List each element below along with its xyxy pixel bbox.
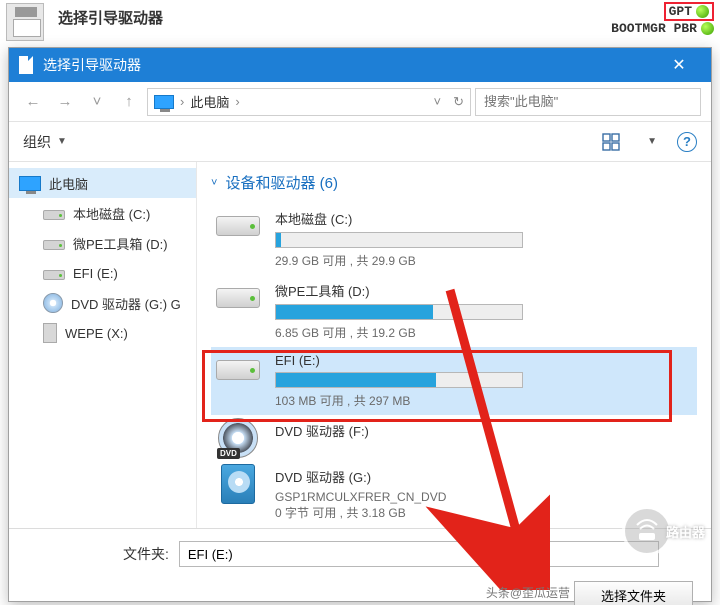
sidebar-item-label: 微PE工具箱 (D:) <box>73 234 168 253</box>
sidebar-item-label: WEPE (X:) <box>65 326 128 341</box>
this-pc-icon <box>19 176 41 191</box>
led-icon <box>696 5 709 18</box>
recent-dropdown[interactable]: ˅ <box>83 88 111 116</box>
capacity-bar <box>275 232 523 248</box>
section-title: 设备和驱动器 (6) <box>225 172 338 193</box>
capacity-bar <box>275 372 523 388</box>
file-dialog: 选择引导驱动器 ✕ ← → ˅ ↑ › 此电脑 › ˅ ↻ 组织 ▼ ▼ ? <box>8 47 712 602</box>
disc-icon: DVD <box>218 418 258 458</box>
sidebar-item-wepe-x[interactable]: WEPE (X:) <box>9 318 196 348</box>
chevron-down-icon: ˅ <box>211 177 217 189</box>
drive-item-e[interactable]: EFI (E:) 103 MB 可用 , 共 297 MB <box>211 347 697 415</box>
dialog-title: 选择引导驱动器 <box>43 55 141 75</box>
up-button[interactable]: ↑ <box>115 88 143 116</box>
sidebar-item-pe-d[interactable]: 微PE工具箱 (D:) <box>9 228 196 258</box>
folder-label: 文件夹: <box>123 544 169 564</box>
chevron-down-icon: ▼ <box>57 136 67 147</box>
drive-icon <box>216 288 260 308</box>
drive-icon <box>216 360 260 380</box>
organize-menu[interactable]: 组织 <box>23 132 51 152</box>
back-button[interactable]: ← <box>19 88 47 116</box>
this-pc-icon <box>154 95 174 109</box>
attribution-text: 头条@歪瓜运营 <box>486 584 570 601</box>
disc-icon <box>43 293 63 313</box>
refresh-button[interactable]: ↻ <box>453 94 464 110</box>
drive-icon <box>216 216 260 236</box>
sidebar-item-label: 本地磁盘 (C:) <box>73 204 150 223</box>
search-box[interactable] <box>475 88 701 116</box>
drive-icon <box>43 240 65 250</box>
sidebar-item-this-pc[interactable]: 此电脑 <box>9 168 196 198</box>
drive-item-g[interactable]: DVD 驱动器 (G:) GSP1RMCULXFRER_CN_DVD 0 字节 … <box>211 461 697 527</box>
document-icon <box>19 56 33 74</box>
crumb-dropdown-icon[interactable]: ˅ <box>434 94 442 109</box>
floppy-icon <box>6 3 44 41</box>
drive-item-f[interactable]: DVD DVD 驱动器 (F:) <box>211 415 697 461</box>
sidebar-item-label: DVD 驱动器 (G:) G <box>71 294 181 313</box>
drive-icon <box>43 210 65 220</box>
partition-flags: GPT BOOTMGR PBR <box>611 2 714 36</box>
help-button[interactable]: ? <box>677 132 697 152</box>
sidebar-item-efi-e[interactable]: EFI (E:) <box>9 258 196 288</box>
view-options-button[interactable] <box>601 132 621 152</box>
sidebar: 此电脑 本地磁盘 (C:) 微PE工具箱 (D:) EFI (E:) DVD 驱… <box>9 162 197 528</box>
drive-list: ˅ 设备和驱动器 (6) 本地磁盘 (C:) 29.9 GB 可用 , 共 29… <box>197 162 711 528</box>
sidebar-item-dvd-g[interactable]: DVD 驱动器 (G:) G <box>9 288 196 318</box>
select-folder-button[interactable]: 选择文件夹 <box>574 581 693 605</box>
capacity-bar <box>275 304 523 320</box>
search-input[interactable] <box>484 94 692 109</box>
titlebar: 选择引导驱动器 ✕ <box>9 48 711 82</box>
install-disc-icon <box>221 464 255 504</box>
led-icon <box>701 22 714 35</box>
sidebar-item-local-c[interactable]: 本地磁盘 (C:) <box>9 198 196 228</box>
sidebar-item-label: 此电脑 <box>49 174 88 193</box>
section-devices[interactable]: ˅ 设备和驱动器 (6) <box>211 172 697 193</box>
breadcrumb[interactable]: › 此电脑 › ˅ ↻ <box>147 88 471 116</box>
forward-button[interactable]: → <box>51 88 79 116</box>
drive-item-d[interactable]: 微PE工具箱 (D:) 6.85 GB 可用 , 共 19.2 GB <box>211 275 697 347</box>
folder-input[interactable] <box>179 541 659 567</box>
drive-icon <box>43 270 65 280</box>
chevron-down-icon[interactable]: ▼ <box>647 136 657 147</box>
drive-item-c[interactable]: 本地磁盘 (C:) 29.9 GB 可用 , 共 29.9 GB <box>211 203 697 275</box>
sidebar-item-label: EFI (E:) <box>73 266 118 281</box>
close-button[interactable]: ✕ <box>657 48 701 82</box>
app-title: 选择引导驱动器 <box>58 7 163 28</box>
usb-icon <box>43 323 57 343</box>
crumb-this-pc[interactable]: 此电脑 <box>190 92 229 111</box>
